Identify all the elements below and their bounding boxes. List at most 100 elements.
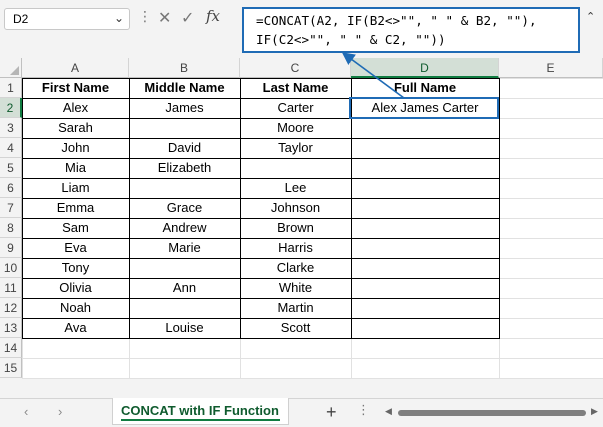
table-cell[interactable] — [351, 258, 499, 278]
table-header-cell[interactable]: Last Name — [240, 78, 351, 98]
table-cell[interactable]: Johnson — [240, 198, 351, 218]
row-header-6[interactable]: 6 — [0, 178, 22, 198]
table-cell[interactable]: Marie — [129, 238, 240, 258]
column-header-d[interactable]: D — [351, 58, 499, 78]
cancel-icon[interactable]: ✕ — [158, 8, 171, 28]
row-header-5[interactable]: 5 — [0, 158, 22, 178]
selected-cell-indicator — [349, 97, 499, 119]
table-cell[interactable]: Tony — [22, 258, 129, 278]
table-cell[interactable]: Olivia — [22, 278, 129, 298]
active-tab-underline — [121, 419, 280, 421]
insert-function-button[interactable]: fx — [206, 7, 220, 25]
table-cell[interactable]: Harris — [240, 238, 351, 258]
table-cell[interactable]: Noah — [22, 298, 129, 318]
scroll-left-icon[interactable]: ◀ — [385, 406, 392, 417]
table-border — [22, 138, 500, 139]
table-cell[interactable]: White — [240, 278, 351, 298]
gridline — [22, 378, 603, 379]
table-cell[interactable]: Sam — [22, 218, 129, 238]
collapse-formula-bar-icon[interactable]: ⌃ — [586, 10, 595, 23]
horizontal-scrollbar-thumb[interactable] — [398, 410, 586, 416]
table-cell[interactable] — [351, 198, 499, 218]
row-header-13[interactable]: 13 — [0, 318, 22, 338]
row-header-14[interactable]: 14 — [0, 338, 22, 358]
table-border — [22, 258, 500, 259]
row-header-3[interactable]: 3 — [0, 118, 22, 138]
row-header-7[interactable]: 7 — [0, 198, 22, 218]
row-header-2[interactable]: 2 — [0, 98, 22, 118]
table-cell[interactable]: John — [22, 138, 129, 158]
row-header-11[interactable]: 11 — [0, 278, 22, 298]
table-cell[interactable] — [129, 258, 240, 278]
name-box[interactable]: D2 ⌄ — [4, 8, 130, 30]
next-sheet-icon[interactable]: › — [58, 404, 62, 419]
column-header-c[interactable]: C — [240, 58, 351, 78]
table-cell[interactable]: Moore — [240, 118, 351, 138]
table-cell[interactable] — [351, 138, 499, 158]
add-sheet-icon[interactable]: + — [326, 402, 337, 423]
table-cell[interactable] — [351, 218, 499, 238]
select-all-corner[interactable] — [0, 58, 22, 78]
formula-input[interactable]: =CONCAT(A2, IF(B2<>"", " " & B2, ""), IF(… — [242, 7, 580, 53]
table-cell[interactable]: Grace — [129, 198, 240, 218]
table-border — [22, 298, 500, 299]
table-cell[interactable]: Sarah — [22, 118, 129, 138]
column-header-e[interactable]: E — [499, 58, 603, 78]
table-cell[interactable]: Liam — [22, 178, 129, 198]
table-cell[interactable]: Carter — [240, 98, 351, 118]
table-cell[interactable] — [351, 278, 499, 298]
row-header-4[interactable]: 4 — [0, 138, 22, 158]
sheet-options-icon[interactable]: ⋮ — [357, 402, 370, 418]
table-cell[interactable]: Scott — [240, 318, 351, 338]
table-cell[interactable]: Alex — [22, 98, 129, 118]
table-header-cell[interactable]: Full Name — [351, 78, 499, 98]
enter-icon[interactable]: ✓ — [181, 8, 194, 28]
row-header-9[interactable]: 9 — [0, 238, 22, 258]
table-header-cell[interactable]: Middle Name — [129, 78, 240, 98]
table-cell[interactable]: Clarke — [240, 258, 351, 278]
column-header-a[interactable]: A — [22, 58, 129, 78]
spreadsheet-grid[interactable]: ABCDE 1 2 3 4 5 6 7 8 9 10 11 12 13 14 15 First Name Mi… — [0, 58, 603, 379]
row-header-1[interactable]: 1 — [0, 78, 22, 98]
table-cell[interactable]: Lee — [240, 178, 351, 198]
row-header-12[interactable]: 12 — [0, 298, 22, 318]
table-header-cell[interactable]: First Name — [22, 78, 129, 98]
table-cell[interactable] — [351, 298, 499, 318]
formula-line-1: =CONCAT(A2, IF(B2<>"", " " & B2, ""), — [256, 13, 537, 28]
table-cell[interactable]: Andrew — [129, 218, 240, 238]
table-cell[interactable]: Louise — [129, 318, 240, 338]
table-cell[interactable] — [129, 178, 240, 198]
prev-sheet-icon[interactable]: ‹ — [24, 404, 28, 419]
row-header-8[interactable]: 8 — [0, 218, 22, 238]
table-cell[interactable] — [351, 238, 499, 258]
table-border — [22, 278, 500, 279]
table-cell[interactable] — [351, 178, 499, 198]
sheet-tab-active[interactable]: CONCAT with IF Function — [112, 398, 289, 425]
table-cell[interactable] — [129, 298, 240, 318]
table-cell[interactable]: Martin — [240, 298, 351, 318]
table-border — [22, 158, 500, 159]
chevron-down-icon[interactable]: ⌄ — [114, 11, 124, 25]
table-cell[interactable] — [240, 158, 351, 178]
row-header-15[interactable]: 15 — [0, 358, 22, 378]
table-cell[interactable]: Mia — [22, 158, 129, 178]
formula-line-2: IF(C2<>"", " " & C2, "")) — [256, 32, 446, 47]
column-header-b[interactable]: B — [129, 58, 240, 78]
table-cell[interactable]: Emma — [22, 198, 129, 218]
table-cell[interactable] — [351, 158, 499, 178]
table-cell[interactable] — [351, 118, 499, 138]
table-cell[interactable]: Taylor — [240, 138, 351, 158]
table-cell[interactable] — [129, 118, 240, 138]
table-cell[interactable]: James — [129, 98, 240, 118]
table-border — [22, 338, 500, 339]
table-cell[interactable]: Ann — [129, 278, 240, 298]
table-cell[interactable]: Brown — [240, 218, 351, 238]
table-cell[interactable]: Eva — [22, 238, 129, 258]
table-cell[interactable]: Ava — [22, 318, 129, 338]
table-cell[interactable]: David — [129, 138, 240, 158]
scroll-right-icon[interactable]: ▶ — [591, 406, 598, 417]
formula-bar-menu-icon[interactable]: ⋮ — [138, 8, 152, 25]
table-cell[interactable] — [351, 318, 499, 338]
table-cell[interactable]: Elizabeth — [129, 158, 240, 178]
row-header-10[interactable]: 10 — [0, 258, 22, 278]
